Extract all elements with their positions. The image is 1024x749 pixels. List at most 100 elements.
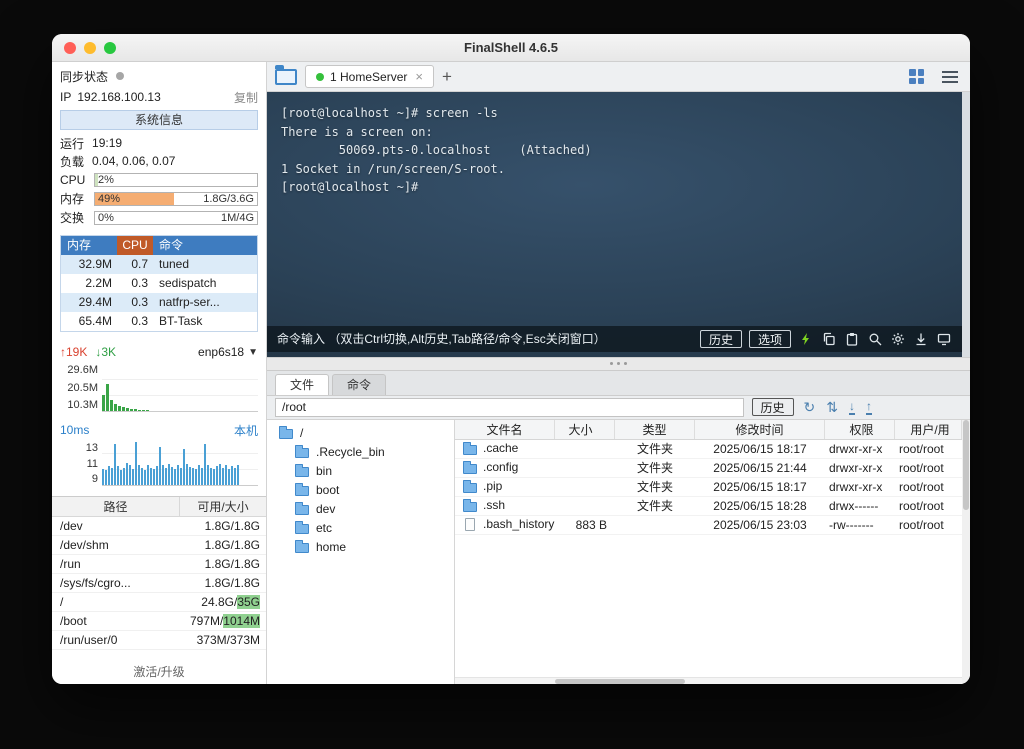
disk-header-path[interactable]: 路径 (52, 497, 180, 516)
download-to-disk-icon[interactable]: ↓ (849, 400, 855, 415)
search-icon[interactable] (867, 331, 883, 347)
file-mtime: 2025/06/15 23:03 (713, 517, 807, 532)
tree-item[interactable]: dev (267, 500, 454, 519)
tree-item[interactable]: etc (267, 519, 454, 538)
folder-icon (463, 498, 477, 512)
terminal-line: 1 Socket in /run/screen/S-root. (281, 161, 505, 176)
cpu-meter: 2% (94, 172, 258, 187)
monitor-icon[interactable] (936, 331, 952, 347)
zoom-window-button[interactable] (104, 41, 116, 54)
file-header-mtime[interactable]: 修改时间 (695, 419, 825, 439)
tree-item[interactable]: boot (267, 481, 454, 500)
disk-row[interactable]: /run/user/0 373M/373M (52, 631, 266, 650)
file-row[interactable]: .cache 文件夹 2025/06/15 18:17 drwxr-xr-x r… (455, 440, 962, 459)
hamburger-menu-icon[interactable] (942, 70, 958, 83)
file-perm: drwx------ (829, 498, 879, 513)
paste-icon[interactable] (844, 331, 860, 347)
close-tab-icon[interactable]: × (415, 69, 423, 84)
process-row[interactable]: 2.2M 0.3 sedispatch (61, 274, 257, 293)
memory-meter-row: 内存 49% 1.8G/3.6G (52, 189, 266, 208)
system-info-button[interactable]: 系统信息 (60, 110, 258, 130)
command-options-button[interactable]: 选项 (748, 329, 791, 348)
layout-grid-icon[interactable] (909, 69, 924, 84)
main-pane: 1 HomeServer × + [root@localhost ~]# scr… (267, 62, 970, 684)
file-row[interactable]: .config 文件夹 2025/06/15 21:44 drwxr-xr-x … (455, 459, 962, 478)
process-header-memory[interactable]: 内存 (61, 236, 117, 255)
process-header-cpu[interactable]: CPU (117, 236, 153, 255)
minimize-window-button[interactable] (84, 41, 96, 54)
session-tab[interactable]: 1 HomeServer × (305, 65, 434, 88)
process-row[interactable]: 29.4M 0.3 natfrp-ser... (61, 293, 257, 312)
ping-target[interactable]: 本机 (234, 422, 258, 439)
tree-item[interactable]: .Recycle_bin (267, 443, 454, 462)
load-label: 负载 (60, 154, 85, 169)
new-tab-button[interactable]: + (442, 68, 452, 85)
command-history-button[interactable]: 历史 (699, 329, 742, 348)
folder-icon (295, 445, 309, 458)
file-header-owner[interactable]: 用户/用 (895, 419, 962, 439)
sync-status-row: 同步状态 (52, 62, 266, 86)
disk-row[interactable]: /run 1.8G/1.8G (52, 555, 266, 574)
file-size: 883 B (575, 517, 607, 532)
file-list-scrollbar[interactable] (962, 419, 970, 684)
file-owner: root/root (899, 517, 944, 532)
process-header-command[interactable]: 命令 (153, 236, 257, 255)
disk-row[interactable]: /dev 1.8G/1.8G (52, 517, 266, 536)
tab-files[interactable]: 文件 (275, 373, 330, 395)
file-perm: drwxr-xr-x (829, 460, 883, 475)
upload-from-disk-icon[interactable]: ↑ (866, 400, 872, 415)
file-type: 文件夹 (636, 441, 673, 456)
disk-row[interactable]: /boot 797M/1014M (52, 612, 266, 631)
download-icon[interactable] (913, 331, 929, 347)
tree-item[interactable]: home (267, 538, 454, 557)
network-chart: 29.6M 20.5M 10.3M (60, 364, 258, 412)
file-header-type[interactable]: 类型 (615, 419, 695, 439)
copy-ip-button[interactable]: 复制 (234, 89, 258, 106)
terminal-scrollbar[interactable] (962, 92, 970, 357)
panel-splitter[interactable] (267, 356, 970, 371)
process-row[interactable]: 65.4M 0.3 BT-Task (61, 312, 257, 331)
path-input[interactable] (275, 397, 744, 417)
terminal-line: [root@localhost ~]# (281, 180, 426, 195)
command-input-hint[interactable]: 命令输入 （双击Ctrl切换,Alt历史,Tab路径/命令,Esc关闭窗口） (277, 330, 606, 347)
lightning-icon[interactable] (798, 331, 814, 347)
copy-icon[interactable] (821, 331, 837, 347)
command-bar-controls: 历史 选项 (699, 329, 952, 348)
gear-icon[interactable] (890, 331, 906, 347)
swap-meter-label: 交换 (60, 211, 85, 225)
transfer-icon[interactable]: ⇅ (826, 400, 838, 414)
command-input-bar[interactable]: 命令输入 （双击Ctrl切换,Alt历史,Tab路径/命令,Esc关闭窗口） 历… (267, 325, 962, 352)
connection-manager-folder-icon[interactable] (275, 64, 297, 85)
file-header-name[interactable]: 文件名 (455, 419, 555, 439)
activate-upgrade-link[interactable]: 激活/升级 (52, 660, 266, 684)
file-type: 文件夹 (636, 479, 673, 494)
disk-row[interactable]: /dev/shm 1.8G/1.8G (52, 536, 266, 555)
tree-item-label: dev (316, 502, 336, 516)
terminal-line: There is a screen on: (281, 124, 433, 139)
process-row[interactable]: 32.9M 0.7 tuned (61, 255, 257, 274)
file-row[interactable]: .bash_history 883 B 2025/06/15 23:03 -rw… (455, 516, 962, 535)
file-row[interactable]: .ssh 文件夹 2025/06/15 18:28 drwx------ roo… (455, 497, 962, 516)
interface-selector[interactable]: enp6s18 ▼ (198, 345, 258, 359)
terminal-output: [root@localhost ~]# screen -ls There is … (267, 92, 970, 209)
path-history-button[interactable]: 历史 (751, 398, 794, 416)
ip-label: IP (60, 90, 72, 104)
file-header-perm[interactable]: 权限 (825, 419, 895, 439)
file-header-size[interactable]: 大小 (555, 419, 615, 439)
disk-header-size[interactable]: 可用/大小 (180, 497, 266, 516)
refresh-icon[interactable]: ↻ (804, 400, 816, 414)
file-icon (465, 518, 475, 531)
file-row[interactable]: .pip 文件夹 2025/06/15 18:17 drwxr-xr-x roo… (455, 478, 962, 497)
disk-row[interactable]: /sys/fs/cgro... 1.8G/1.8G (52, 574, 266, 593)
horizontal-scrollbar[interactable] (455, 677, 962, 684)
title-bar: FinalShell 4.6.5 (52, 34, 970, 62)
memory-meter-label: 内存 (60, 192, 85, 206)
disk-path: / (60, 595, 64, 609)
tree-item-root[interactable]: / (267, 424, 454, 443)
terminal[interactable]: [root@localhost ~]# screen -ls There is … (267, 92, 970, 357)
file-mtime: 2025/06/15 21:44 (713, 460, 807, 475)
tab-commands[interactable]: 命令 (332, 373, 387, 395)
disk-row[interactable]: / 24.8G/35G (52, 593, 266, 612)
close-window-button[interactable] (64, 41, 76, 54)
tree-item[interactable]: bin (267, 462, 454, 481)
